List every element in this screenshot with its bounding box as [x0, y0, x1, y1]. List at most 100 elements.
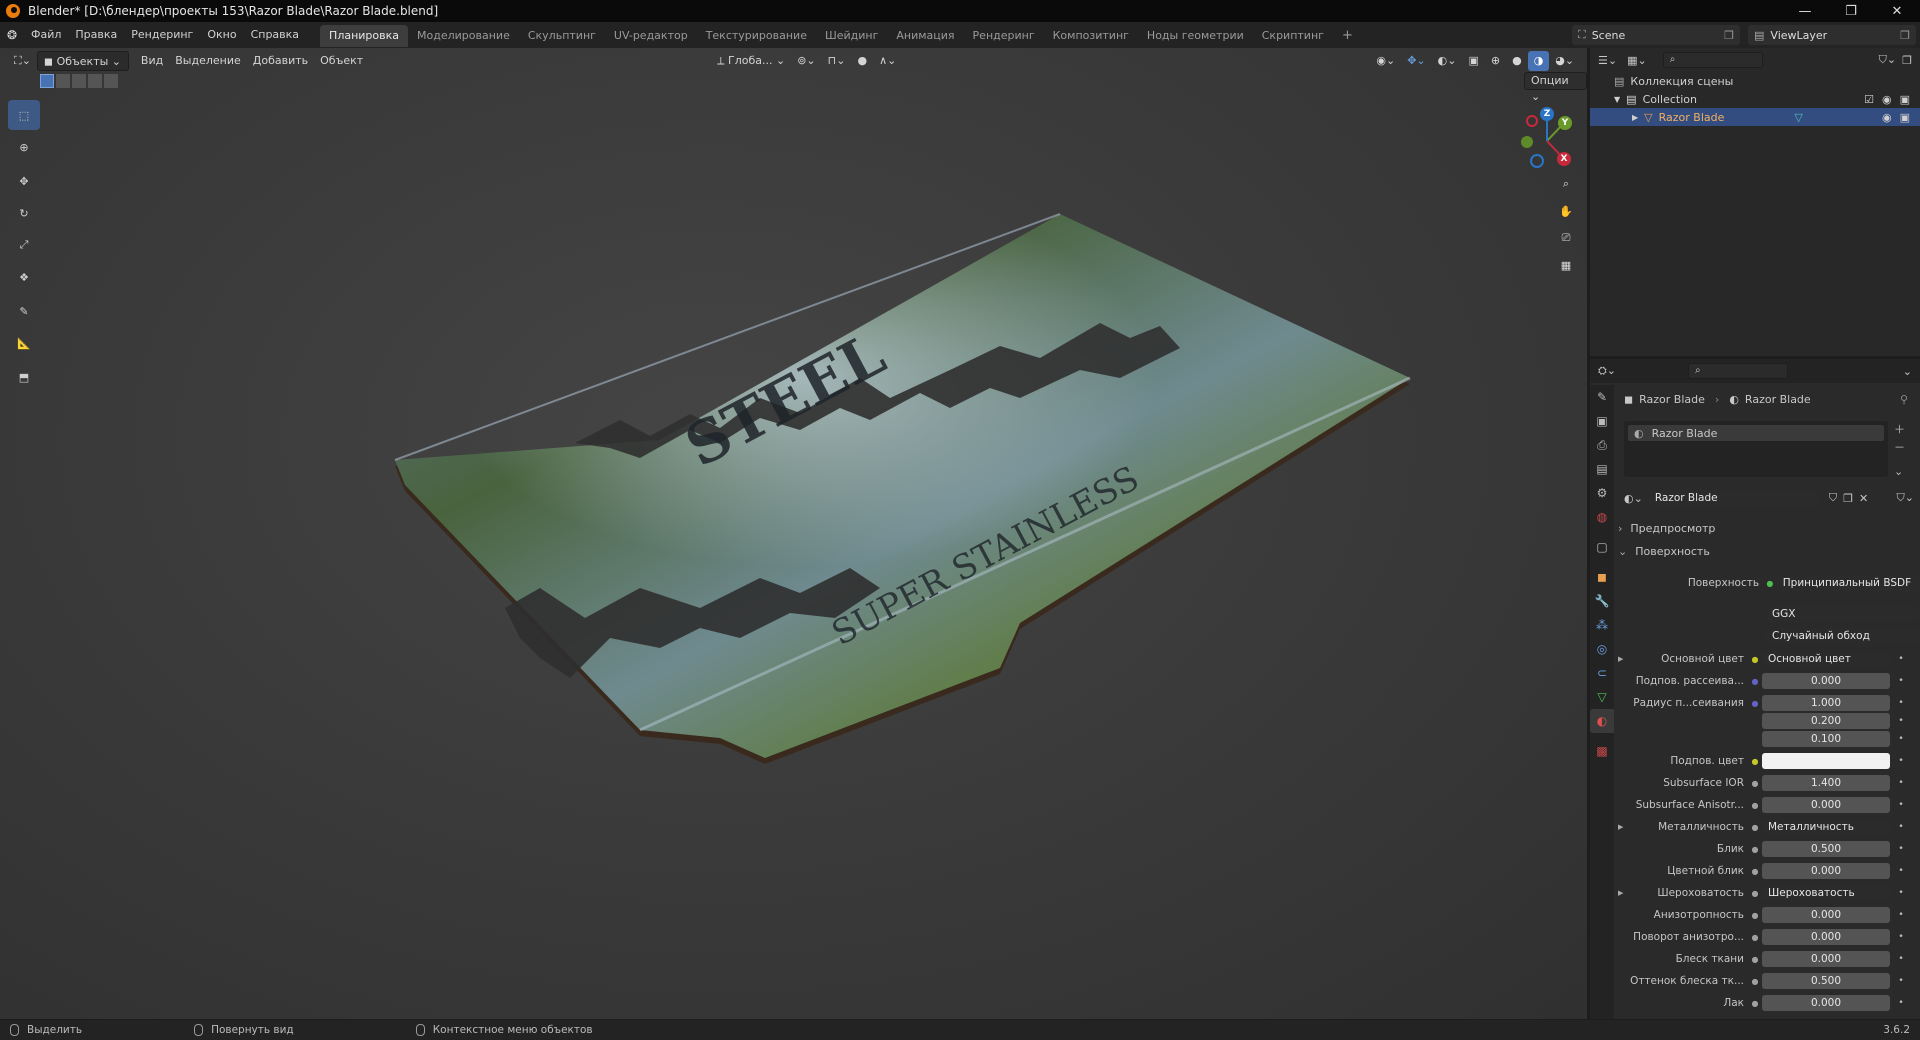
linked-input-field[interactable]: Шероховатость [1762, 885, 1890, 901]
options-dropdown[interactable]: Опции ⌄ [1524, 72, 1587, 103]
tab-animation[interactable]: Анимация [887, 25, 963, 47]
transform-tool-icon[interactable]: ❖ [8, 262, 40, 292]
properties-options-icon[interactable]: ⌄ [1903, 365, 1912, 378]
blender-menu-icon[interactable]: ❂ [0, 28, 24, 42]
input-expand-icon[interactable]: ▶ [1618, 823, 1628, 831]
visibility-icon[interactable]: ◉⌄ [1370, 51, 1401, 71]
editor-type-icon[interactable]: ⛶⌄ [8, 51, 37, 71]
material-slot-item[interactable]: ◐ Razor Blade [1628, 425, 1884, 441]
pivot-point-icon[interactable]: ⊚⌄ [791, 51, 821, 71]
outliner-item-razor-blade[interactable]: ▶ ▽ Razor Blade ▽ ◉ ▣ [1590, 108, 1920, 126]
constraints-tab-icon[interactable]: ⊂ [1590, 661, 1614, 685]
perspective-grid-icon[interactable]: ▦ [1554, 253, 1578, 277]
collection-render-icon[interactable]: ▣ [1900, 93, 1910, 106]
add-cube-tool-icon[interactable]: ⬒ [8, 362, 40, 392]
keyframe-icon[interactable]: • [1894, 954, 1908, 964]
menu-select[interactable]: Выделение [169, 51, 247, 71]
select-new-icon[interactable] [40, 74, 54, 88]
number-field[interactable]: 0.000 [1762, 673, 1890, 689]
outliner-search-input[interactable]: ⌕ [1662, 52, 1763, 68]
view-layer-tab-icon[interactable]: ▤ [1590, 457, 1614, 481]
new-scene-icon[interactable]: ❐ [1724, 29, 1734, 42]
number-field[interactable]: 0.100 [1762, 731, 1890, 747]
properties-editor-icon[interactable]: ⛭⌄ [1598, 364, 1616, 378]
select-invert-icon[interactable] [88, 74, 102, 88]
gizmo-y-label[interactable]: Y [1558, 116, 1572, 130]
duplicate-material-icon[interactable]: ❐ [1843, 492, 1853, 505]
number-field[interactable]: 0.000 [1762, 995, 1890, 1011]
menu-render[interactable]: Рендеринг [124, 22, 200, 48]
linked-input-field[interactable]: Основной цвет [1762, 651, 1890, 667]
keyframe-icon[interactable]: • [1894, 844, 1908, 854]
input-expand-icon[interactable]: ▶ [1618, 889, 1628, 897]
annotate-tool-icon[interactable]: ✎ [8, 296, 40, 326]
gizmo-toggle-icon[interactable]: ✥⌄ [1401, 51, 1431, 71]
add-slot-button[interactable]: ＋ [1894, 421, 1905, 437]
rotate-tool-icon[interactable]: ↻ [8, 198, 40, 228]
object-expand-icon[interactable]: ▶ [1632, 113, 1638, 122]
select-box-tool-icon[interactable]: ⬚ [8, 100, 40, 130]
data-tab-icon[interactable]: ▽ [1590, 685, 1614, 709]
select-intersect-icon[interactable] [104, 74, 118, 88]
keyframe-icon[interactable]: • [1894, 778, 1908, 788]
proportional-edit-icon[interactable]: ● [851, 51, 873, 71]
minimize-button[interactable]: — [1782, 4, 1828, 19]
cursor-tool-icon[interactable]: ⊕ [8, 132, 40, 162]
keyframe-icon[interactable]: • [1894, 756, 1908, 766]
tab-geometry-nodes[interactable]: Ноды геометрии [1138, 25, 1253, 47]
tool-tab-icon[interactable]: ✎ [1590, 385, 1614, 409]
collection-checkbox-icon[interactable]: ☑ [1864, 93, 1874, 106]
snap-icon[interactable]: ⊓⌄ [822, 51, 852, 71]
menu-view[interactable]: Вид [135, 51, 169, 71]
new-view-layer-icon[interactable]: ❐ [1900, 29, 1910, 42]
keyframe-icon[interactable]: • [1894, 866, 1908, 876]
outliner-item-collection[interactable]: ▼ ▤ Collection ☑ ◉ ▣ [1590, 90, 1920, 108]
remove-slot-button[interactable]: － [1894, 439, 1905, 455]
number-field[interactable]: 0.200 [1762, 713, 1890, 729]
menu-edit[interactable]: Правка [68, 22, 124, 48]
modifier-tab-icon[interactable]: 🔧 [1590, 589, 1614, 613]
number-field[interactable]: 0.000 [1762, 907, 1890, 923]
subsurface-method-dropdown[interactable]: Случайный обход [1766, 628, 1920, 644]
pan-hand-icon[interactable]: ✋ [1554, 199, 1578, 223]
mode-dropdown[interactable]: ◼ Объекты ⌄ [36, 51, 129, 71]
move-tool-icon[interactable]: ✥ [8, 166, 40, 196]
shading-solid-icon[interactable]: ● [1506, 51, 1528, 71]
material-selector[interactable]: ◐⌄ Razor Blade ⛉ ❐ ✕ ⛉⌄ [1624, 489, 1914, 507]
shading-rendered-icon[interactable]: ◕⌄ [1549, 51, 1580, 71]
zoom-icon[interactable]: ⌕ [1554, 172, 1578, 196]
material-slots-list[interactable]: ◐ Razor Blade [1624, 421, 1888, 477]
distribution-dropdown[interactable]: GGX [1766, 606, 1920, 622]
3d-viewport[interactable]: STEEL SUPER STAINLESS Z Y X ⌕ ✋ ⎚ ▦ Опци… [0, 48, 1587, 1019]
maximize-button[interactable]: ❐ [1828, 4, 1874, 19]
menu-add[interactable]: Добавить [247, 51, 314, 71]
camera-view-icon[interactable]: ⎚ [1554, 226, 1578, 250]
view-layer-selector[interactable]: ▤ ViewLayer ❐ [1748, 25, 1916, 45]
keyframe-icon[interactable]: • [1894, 654, 1908, 664]
slot-specials-icon[interactable]: ⌄ [1894, 465, 1903, 478]
material-link-icon[interactable]: ⛉⌄ [1897, 491, 1914, 505]
gizmo-x-label[interactable]: X [1557, 152, 1571, 166]
shading-material-icon[interactable]: ◑ [1527, 51, 1550, 71]
physics-tab-icon[interactable]: ◎ [1590, 637, 1614, 661]
select-extend-icon[interactable] [56, 74, 70, 88]
number-field[interactable]: 0.500 [1762, 841, 1890, 857]
keyframe-icon[interactable]: • [1894, 698, 1908, 708]
object-visibility-icon[interactable]: ◉ [1882, 111, 1892, 124]
menu-window[interactable]: Окно [200, 22, 243, 48]
number-field[interactable]: 0.500 [1762, 973, 1890, 989]
menu-help[interactable]: Справка [244, 22, 306, 48]
texture-tab-icon[interactable]: ▩ [1590, 739, 1614, 763]
tab-sculpting[interactable]: Скульптинг [519, 25, 605, 47]
tab-rendering[interactable]: Рендеринг [964, 25, 1044, 47]
measure-tool-icon[interactable]: 📐 [8, 328, 40, 358]
tab-layout[interactable]: Планировка [320, 25, 409, 47]
particles-tab-icon[interactable]: ⁂ [1590, 613, 1614, 637]
object-render-icon[interactable]: ▣ [1900, 111, 1910, 124]
number-field[interactable]: 0.000 [1762, 951, 1890, 967]
menu-file[interactable]: Файл [24, 22, 68, 48]
tab-scripting[interactable]: Скриптинг [1253, 25, 1333, 47]
keyframe-icon[interactable]: • [1894, 976, 1908, 986]
collection-visibility-icon[interactable]: ◉ [1882, 93, 1892, 106]
pin-icon[interactable]: ⚲ [1900, 393, 1908, 406]
